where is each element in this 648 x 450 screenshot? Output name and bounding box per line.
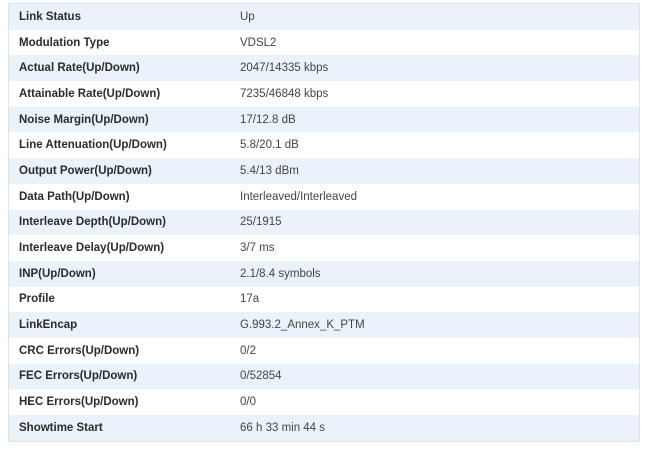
row-output-power: Output Power(Up/Down) 5.4/13 dBm [9,158,639,184]
interleave-delay-value: 3/7 ms [230,235,639,261]
link-status-value: Up [230,4,639,30]
noise-margin-label: Noise Margin(Up/Down) [9,106,230,133]
row-link-status: Link Status Up [9,4,639,30]
hec-errors-value: 0/0 [230,389,639,415]
dsl-status-panel: Link Status Up Modulation Type VDSL2 Act… [8,3,640,442]
row-interleave-delay: Interleave Delay(Up/Down) 3/7 ms [9,235,639,261]
noise-margin-value: 17/12.8 dB [230,106,639,133]
link-encap-label: LinkEncap [9,312,230,338]
interleave-depth-value: 25/1915 [230,209,639,236]
row-modulation-type: Modulation Type VDSL2 [9,29,639,56]
profile-value: 17a [230,286,639,313]
row-hec-errors: HEC Errors(Up/Down) 0/0 [9,389,639,415]
interleave-depth-label: Interleave Depth(Up/Down) [9,209,230,236]
row-actual-rate: Actual Rate(Up/Down) 2047/14335 kbps [9,55,639,82]
row-showtime-start: Showtime Start 66 h 33 min 44 s [9,415,639,441]
row-profile: Profile 17a [9,286,639,313]
fec-errors-value: 0/52854 [230,363,639,390]
row-link-encap: LinkEncap G.993.2_Annex_K_PTM [9,312,639,338]
actual-rate-label: Actual Rate(Up/Down) [9,55,230,82]
attainable-rate-value: 7235/46848 kbps [230,81,639,107]
line-attenuation-label: Line Attenuation(Up/Down) [9,132,230,159]
crc-errors-value: 0/2 [230,337,639,364]
row-line-attenuation: Line Attenuation(Up/Down) 5.8/20.1 dB [9,132,639,159]
modulation-type-label: Modulation Type [9,29,230,56]
hec-errors-label: HEC Errors(Up/Down) [9,389,230,415]
row-attainable-rate: Attainable Rate(Up/Down) 7235/46848 kbps [9,81,639,107]
modulation-type-value: VDSL2 [230,29,639,56]
line-attenuation-value: 5.8/20.1 dB [230,132,639,159]
crc-errors-label: CRC Errors(Up/Down) [9,337,230,364]
row-interleave-depth: Interleave Depth(Up/Down) 25/1915 [9,209,639,236]
row-data-path: Data Path(Up/Down) Interleaved/Interleav… [9,183,639,210]
row-noise-margin: Noise Margin(Up/Down) 17/12.8 dB [9,106,639,133]
row-inp: INP(Up/Down) 2.1/8.4 symbols [9,260,639,287]
showtime-start-value: 66 h 33 min 44 s [230,415,639,441]
interleave-delay-label: Interleave Delay(Up/Down) [9,235,230,261]
dsl-status-table: Link Status Up Modulation Type VDSL2 Act… [9,4,639,441]
inp-label: INP(Up/Down) [9,260,230,287]
profile-label: Profile [9,286,230,313]
row-fec-errors: FEC Errors(Up/Down) 0/52854 [9,363,639,390]
output-power-label: Output Power(Up/Down) [9,158,230,184]
data-path-value: Interleaved/Interleaved [230,183,639,210]
output-power-value: 5.4/13 dBm [230,158,639,184]
data-path-label: Data Path(Up/Down) [9,183,230,210]
attainable-rate-label: Attainable Rate(Up/Down) [9,81,230,107]
link-encap-value: G.993.2_Annex_K_PTM [230,312,639,338]
link-status-label: Link Status [9,4,230,30]
actual-rate-value: 2047/14335 kbps [230,55,639,82]
inp-value: 2.1/8.4 symbols [230,260,639,287]
showtime-start-label: Showtime Start [9,415,230,441]
row-crc-errors: CRC Errors(Up/Down) 0/2 [9,337,639,364]
fec-errors-label: FEC Errors(Up/Down) [9,363,230,390]
